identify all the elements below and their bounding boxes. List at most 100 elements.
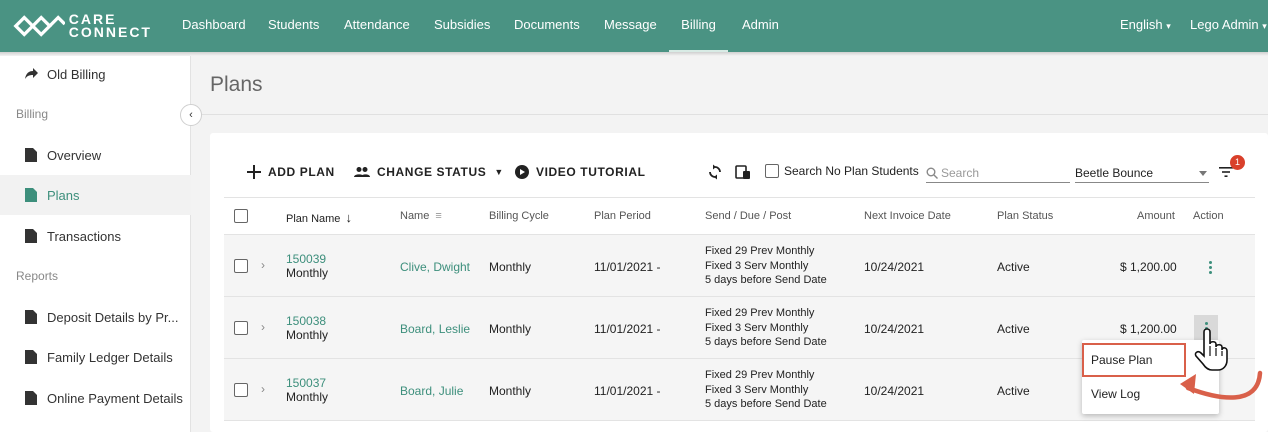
chevron-right-icon[interactable]: › (261, 382, 265, 396)
send-due-post-cell: Fixed 29 Prev Monthly Fixed 3 Serv Month… (705, 244, 827, 288)
add-plan-button[interactable]: ADD PLAN (247, 163, 335, 181)
chevron-right-icon[interactable]: › (261, 320, 265, 334)
more-vertical-icon[interactable] (1200, 257, 1220, 277)
student-name-link[interactable]: Board, Leslie (400, 322, 470, 336)
search-icon (926, 167, 938, 179)
send-text: Fixed 29 Prev Monthly (705, 307, 815, 319)
due-text: Fixed 3 Serv Monthly (705, 321, 809, 334)
col-plan-name-label: Plan Name (286, 213, 341, 225)
amount-cell: $ 1,200.00 (1120, 260, 1177, 274)
plan-period-cell: 11/01/2021 - (594, 384, 661, 398)
logo-line-2: CONNECT (68, 24, 152, 40)
plan-id-link[interactable]: 150039 (286, 252, 328, 266)
nav-dashboard[interactable]: Dashboard (182, 0, 246, 52)
plan-status-cell: Active (997, 322, 1030, 336)
due-text: Fixed 3 Serv Monthly (705, 259, 809, 272)
plan-cycle: Monthly (286, 390, 329, 404)
chevron-right-icon[interactable]: › (261, 258, 265, 272)
send-text: Fixed 29 Prev Monthly (705, 245, 815, 257)
search-input[interactable]: Search (926, 163, 1070, 183)
nav-attendance[interactable]: Attendance (344, 0, 410, 52)
row-checkbox[interactable] (234, 383, 248, 397)
col-plan-status: Plan Status (997, 210, 1054, 222)
caret-down-icon: ▼ (494, 167, 504, 177)
send-due-post-cell: Fixed 29 Prev Monthly Fixed 3 Serv Month… (705, 306, 827, 350)
next-invoice-cell: 10/24/2021 (864, 322, 925, 336)
care-connect-logo[interactable]: CARE CONNECT (12, 10, 152, 42)
sort-arrow-down-icon: ↓ (345, 210, 352, 225)
sidebar: Old Billing Billing Overview Plans Trans… (0, 56, 191, 432)
col-plan-name[interactable]: Plan Name ↓ (286, 210, 352, 225)
refresh-icon[interactable] (708, 164, 722, 180)
chevron-down-icon: ▾ (1262, 21, 1267, 31)
sidebar-item-label: Overview (47, 147, 102, 163)
billing-cycle-cell: Monthly (489, 260, 532, 274)
nav-subsidies[interactable]: Subsidies (434, 0, 490, 52)
play-circle-icon (515, 165, 529, 179)
sidebar-item-deposit-details[interactable]: Deposit Details by Pr... (0, 297, 191, 337)
caret-down-icon (1199, 171, 1207, 176)
row-checkbox[interactable] (234, 321, 248, 335)
sidebar-item-online-payment[interactable]: Online Payment Details (0, 378, 191, 418)
col-plan-period: Plan Period (594, 210, 651, 222)
user-menu[interactable]: Lego Admin ▾ (1190, 0, 1268, 52)
filter-icon[interactable] (1219, 166, 1233, 178)
top-nav: CARE CONNECT Dashboard Students Attendan… (0, 0, 1268, 52)
change-status-button[interactable]: CHANGE STATUS ▼ (354, 163, 504, 181)
sidebar-item-overview[interactable]: Overview (0, 135, 191, 175)
plan-status-cell: Active (997, 384, 1030, 398)
table-header: Plan Name ↓ Name ≡ Billing Cycle Plan Pe… (224, 197, 1255, 235)
sidebar-item-old-billing[interactable]: Old Billing (0, 54, 191, 94)
row-checkbox[interactable] (234, 259, 248, 273)
search-no-plan-students-checkbox[interactable]: Search No Plan Students (765, 164, 919, 178)
sidebar-item-label: Plans (47, 187, 80, 203)
col-action: Action (1193, 210, 1224, 222)
next-invoice-cell: 10/24/2021 (864, 260, 925, 274)
billing-cycle-cell: Monthly (489, 384, 532, 398)
nav-students[interactable]: Students (268, 0, 319, 52)
annotation-arrow-icon (1180, 328, 1263, 400)
chevron-left-icon: ‹ (189, 109, 193, 121)
plan-cycle: Monthly (286, 266, 329, 280)
col-send-due-post: Send / Due / Post (705, 210, 792, 222)
next-invoice-cell: 10/24/2021 (864, 384, 925, 398)
sidebar-section-reports: Reports (16, 269, 59, 283)
sidebar-collapse-button[interactable]: ‹ (180, 104, 202, 126)
plus-icon (247, 165, 261, 179)
nav-documents[interactable]: Documents (514, 0, 580, 52)
search-no-plan-students-label: Search No Plan Students (784, 164, 919, 178)
send-text: Fixed 29 Prev Monthly (705, 369, 815, 381)
student-name-link[interactable]: Clive, Dwight (400, 260, 470, 274)
language-select[interactable]: English ▾ (1120, 0, 1171, 52)
chevron-down-icon: ▾ (1166, 21, 1171, 31)
plan-id-link[interactable]: 150037 (286, 376, 328, 390)
program-select-value: Beetle Bounce (1075, 166, 1154, 180)
sidebar-item-label: Deposit Details by Pr... (47, 309, 179, 325)
document-icon (25, 229, 37, 243)
col-amount: Amount (1137, 210, 1175, 222)
nav-admin[interactable]: Admin (742, 0, 779, 52)
document-icon (25, 391, 37, 405)
sidebar-item-plans[interactable]: Plans (0, 175, 191, 215)
document-icon (25, 310, 37, 324)
plan-period-cell: 11/01/2021 - (594, 260, 661, 274)
sidebar-item-transactions[interactable]: Transactions (0, 216, 191, 256)
program-select[interactable]: Beetle Bounce (1075, 163, 1209, 183)
plan-id-link[interactable]: 150038 (286, 314, 328, 328)
checkbox[interactable] (765, 164, 779, 178)
change-status-label: CHANGE STATUS (377, 165, 487, 179)
video-tutorial-button[interactable]: VIDEO TUTORIAL (515, 163, 646, 181)
sidebar-item-label: Family Ledger Details (47, 349, 173, 365)
mobile-device-icon[interactable] (735, 164, 751, 180)
sidebar-section-billing: Billing (16, 107, 49, 121)
nav-billing[interactable]: Billing (669, 0, 728, 52)
col-name-label: Name (400, 210, 430, 222)
select-all-checkbox[interactable] (234, 209, 248, 223)
sidebar-item-family-ledger[interactable]: Family Ledger Details (0, 337, 191, 377)
logo-icon (13, 15, 65, 37)
nav-message[interactable]: Message (604, 0, 657, 52)
billing-cycle-cell: Monthly (489, 322, 532, 336)
col-name[interactable]: Name ≡ (400, 210, 442, 222)
document-icon (25, 188, 37, 202)
student-name-link[interactable]: Board, Julie (400, 384, 463, 398)
